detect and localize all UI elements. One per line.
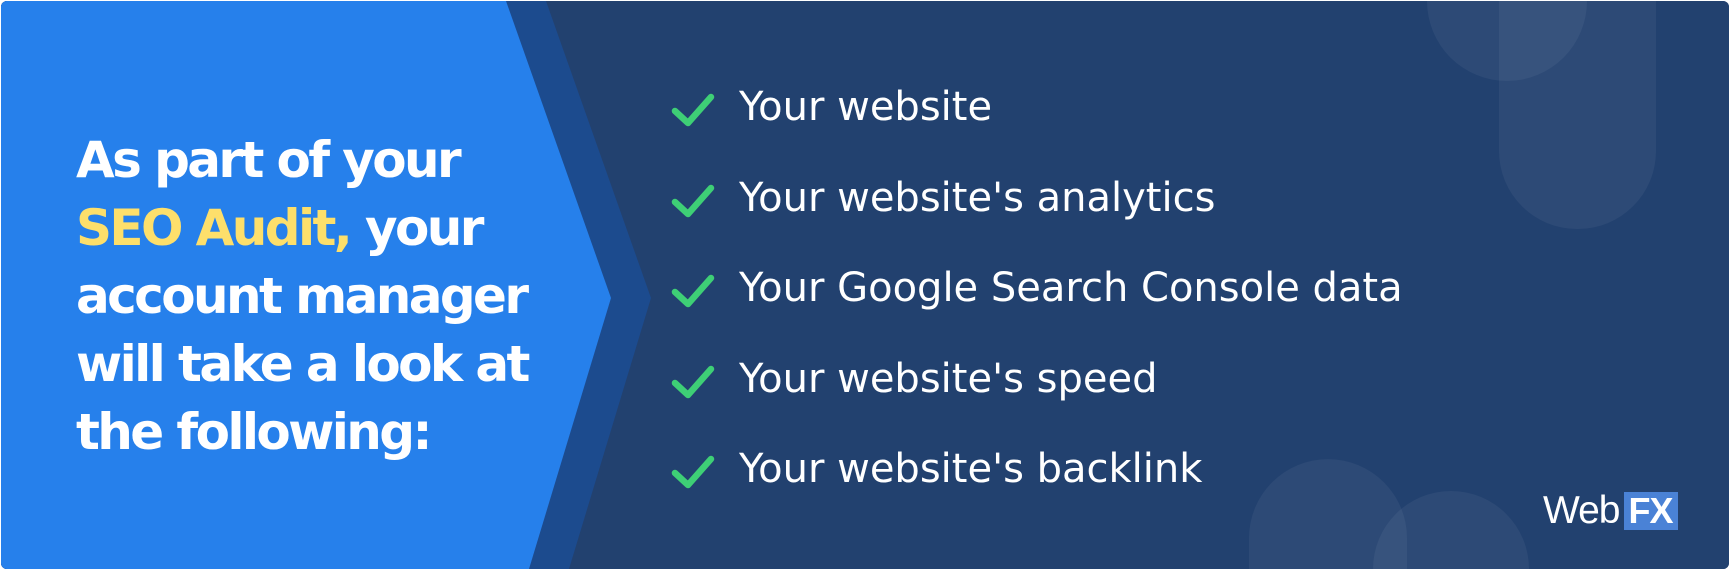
checkmark-icon [671,274,715,308]
checklist-item-label: Your Google Search Console data [739,265,1403,311]
checklist: Your website Your website's analytics Yo… [671,69,1403,522]
checklist-item: Your website's speed [671,341,1403,432]
headline-highlight: SEO Audit, [76,199,353,257]
headline-line-3: account manager [76,267,529,325]
checkmark-icon [671,365,715,398]
headline-line-1: As part of your [76,131,462,189]
checklist-item: Your website [671,69,1403,160]
webfx-logo: Web FX [1543,489,1678,533]
seo-audit-banner: As part of your SEO Audit, your account … [1,1,1729,569]
checklist-item: Your website's backlink [671,431,1403,522]
decorative-pill-top [1499,1,1656,229]
checkmark-icon [671,184,715,217]
checklist-item: Your website's analytics [671,160,1403,251]
checklist-item-label: Your website's backlink [739,446,1203,492]
checkmark-icon [671,455,715,489]
headline: As part of your SEO Audit, your account … [76,126,596,466]
checklist-item-label: Your website [739,84,993,130]
logo-text-web: Web [1543,489,1620,532]
checklist-item: Your Google Search Console data [671,250,1403,341]
logo-text-fx: FX [1623,492,1678,530]
headline-line-2: your [350,199,484,257]
headline-line-4: will take a look at [76,335,530,393]
checkmark-icon [671,93,715,127]
headline-line-5: the following: [76,403,432,461]
checklist-item-label: Your website's speed [739,355,1158,402]
checklist-item-label: Your website's analytics [739,174,1216,221]
